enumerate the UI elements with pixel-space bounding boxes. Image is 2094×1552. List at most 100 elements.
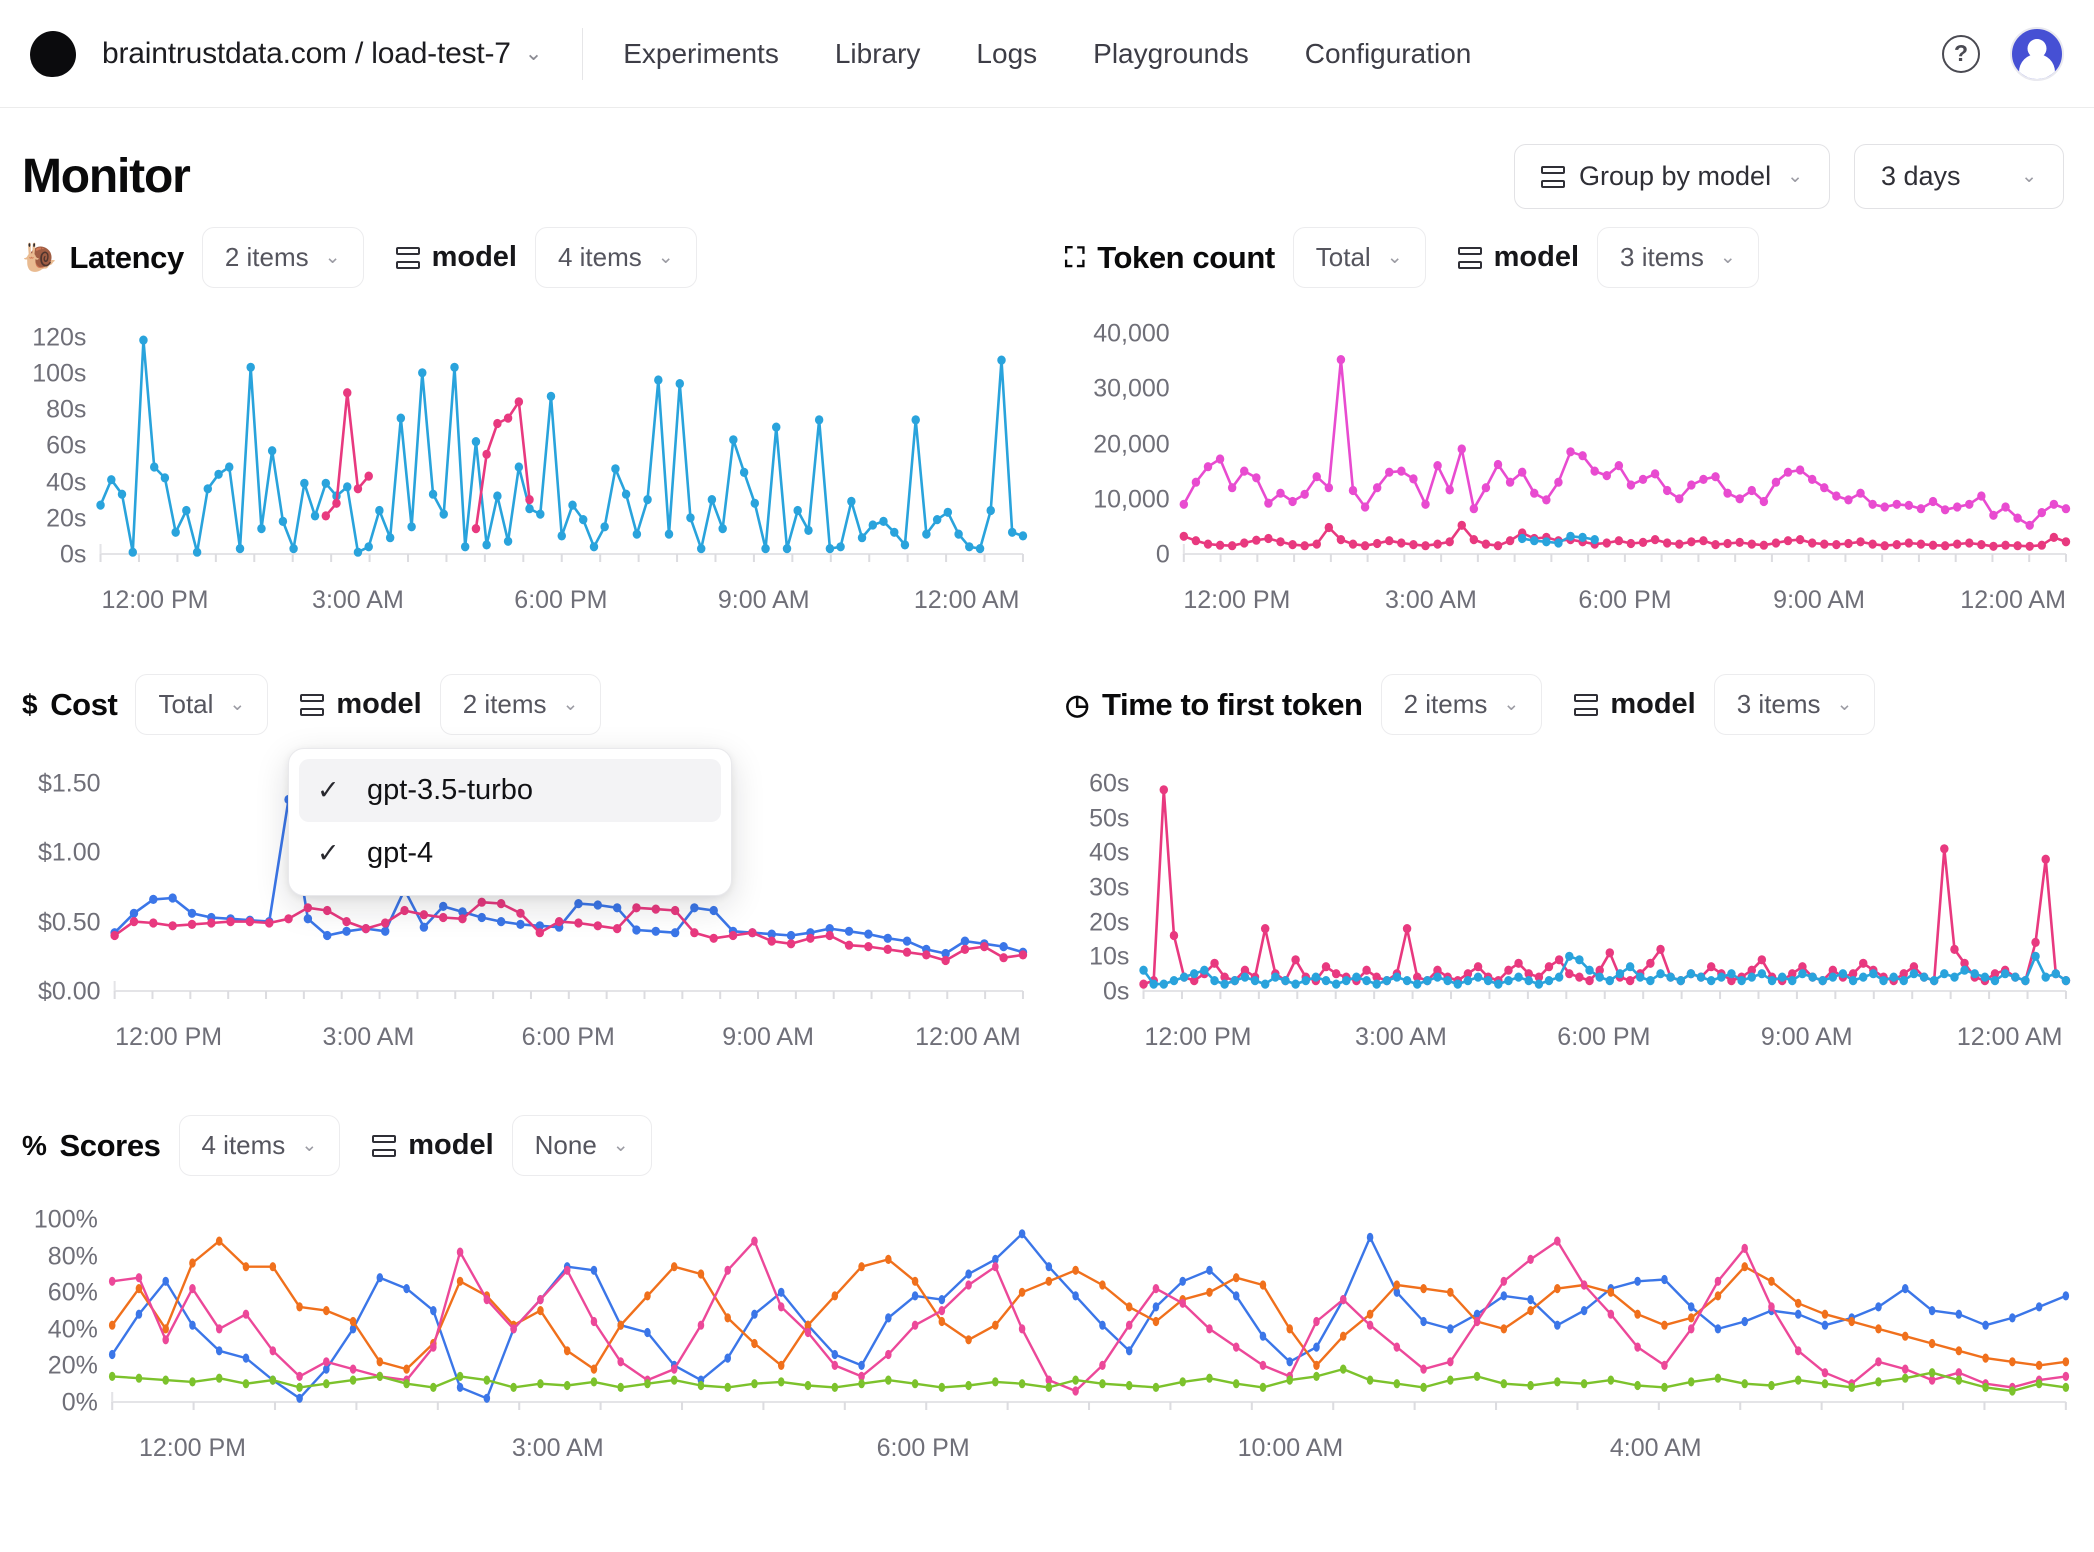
series-point: [1928, 540, 1938, 550]
series-point: [1402, 976, 1412, 986]
braintrust-logo-icon[interactable]: [30, 30, 76, 77]
series-point: [589, 542, 599, 552]
series-point: [430, 1342, 437, 1352]
series-point: [537, 1306, 544, 1316]
series-point: [1646, 976, 1655, 986]
series-point: [1286, 1357, 1294, 1367]
series-point: [483, 1393, 491, 1403]
menu-item-gpt-3-5-turbo[interactable]: ✓ gpt-3.5-turbo: [299, 759, 721, 822]
series-point: [1686, 969, 1696, 979]
series-point: [1259, 1280, 1267, 1290]
series-point: [430, 1382, 437, 1392]
series-point: [149, 462, 159, 472]
chart-latency[interactable]: 12:00 PM 3:00 AM 6:00 PM 9:00 AM 12:00 AM 0s…: [22, 310, 1029, 626]
series-point: [1313, 1342, 1320, 1352]
nav-item-library[interactable]: Library: [835, 38, 921, 70]
scores-group-select[interactable]: None ⌄: [511, 1115, 652, 1176]
time-range-label: 3 days: [1881, 161, 1961, 191]
series-point: [2061, 537, 2071, 547]
series-point: [1264, 533, 1273, 544]
rows-icon: [300, 693, 325, 716]
series-point: [1875, 1377, 1882, 1387]
series-point: [1807, 538, 1817, 548]
scores-metric-select[interactable]: 4 items ⌄: [178, 1115, 341, 1176]
series-point: [590, 1364, 598, 1374]
chart-scores[interactable]: 12:00 PM 3:00 AM 6:00 PM 10:00 AM 4:00 AM 0%…: [22, 1198, 2072, 1474]
panel-latency-title: 🐌 Latency: [22, 240, 184, 276]
avatar[interactable]: [2010, 26, 2064, 81]
series-point: [1336, 535, 1346, 545]
series-point: [1844, 495, 1853, 505]
dollar-icon: $: [22, 688, 38, 720]
cost-group-select[interactable]: 2 items ⌄: [439, 674, 602, 735]
x-axis-tick-label: 9:00 AM: [722, 1023, 814, 1051]
group-by-label: Group by model: [1578, 161, 1772, 191]
series-point: [1982, 1320, 1989, 1330]
series-point: [1977, 540, 1986, 550]
panel-ttft-header: ◷ Time to first token 2 items ⌄ model 3 …: [1065, 674, 2072, 735]
y-axis-tick-label: 40%: [47, 1315, 98, 1344]
series-point: [1585, 976, 1594, 986]
nav-item-experiments[interactable]: Experiments: [623, 38, 779, 70]
series-point: [1240, 538, 1249, 548]
time-range-select[interactable]: 3 days ⌄: [1854, 144, 2064, 209]
series-point: [965, 1380, 972, 1391]
series-point: [751, 1236, 758, 1246]
panel-title-text: Time to first token: [1102, 686, 1363, 722]
group-by-model-select[interactable]: Group by model ⌄: [1513, 144, 1830, 209]
series-point: [1554, 955, 1564, 965]
series-point: [1206, 1373, 1213, 1383]
series-point: [724, 1382, 731, 1392]
workspace-breadcrumb[interactable]: braintrustdata.com / load-test-7 ⌄: [102, 37, 542, 71]
cost-model-dropdown-menu[interactable]: ✓ gpt-3.5-turbo ✓ gpt-4: [288, 748, 732, 896]
y-axis-tick-label: 20s: [1089, 908, 1130, 937]
cost-metric-select[interactable]: Total ⌄: [135, 674, 269, 735]
series-point: [2009, 1386, 2016, 1396]
nav-item-playgrounds[interactable]: Playgrounds: [1093, 38, 1249, 70]
nav-item-logs[interactable]: Logs: [976, 38, 1037, 70]
series-point: [1072, 1375, 1079, 1385]
series-point: [1220, 979, 1229, 989]
series-point: [1952, 502, 1962, 512]
series-point: [868, 520, 878, 530]
series-point: [364, 471, 373, 481]
chart-ttft[interactable]: 12:00 PM 3:00 AM 6:00 PM 9:00 AM 12:00 AM 0s…: [1065, 757, 2072, 1063]
help-icon[interactable]: ?: [1942, 34, 1980, 73]
series-point: [911, 415, 920, 425]
series-point: [885, 1254, 892, 1264]
series-point: [1457, 444, 1466, 454]
series-point: [563, 1265, 571, 1275]
series-point: [296, 1371, 303, 1381]
series-point: [1575, 955, 1584, 965]
x-axis-tick-label: 10:00 AM: [1237, 1434, 1344, 1462]
rows-icon: [1574, 693, 1599, 716]
ttft-group-select[interactable]: 3 items ⌄: [1713, 674, 1876, 735]
series-point: [718, 524, 727, 534]
token-count-group-select[interactable]: 3 items ⌄: [1597, 227, 1759, 288]
latency-group-select[interactable]: 4 items ⌄: [534, 227, 697, 288]
nav-item-configuration[interactable]: Configuration: [1305, 38, 1472, 70]
series-point: [1099, 1280, 1106, 1290]
series-point: [2062, 1357, 2070, 1367]
y-axis-tick-label: 60s: [46, 431, 87, 460]
series-point: [1276, 537, 1285, 547]
series-point: [1505, 477, 1515, 487]
menu-item-label: gpt-3.5-turbo: [367, 774, 534, 806]
series-point: [1614, 461, 1624, 471]
series-point: [954, 529, 963, 539]
series-point: [1768, 1276, 1775, 1286]
latency-metric-select[interactable]: 2 items ⌄: [201, 227, 364, 288]
series-point: [2025, 541, 2034, 551]
token-count-x-axis-labels: 12:00 PM 3:00 AM 6:00 PM 9:00 AM 12:00 AM: [1065, 586, 2072, 626]
token-count-metric-select[interactable]: Total ⌄: [1292, 227, 1426, 288]
menu-item-gpt-4[interactable]: ✓ gpt-4: [299, 822, 721, 885]
series-point: [493, 491, 502, 501]
series-point: [1795, 535, 1805, 545]
y-axis-tick-label: 30,000: [1093, 374, 1170, 403]
series-point: [568, 500, 577, 510]
chart-token-count[interactable]: 12:00 PM 3:00 AM 6:00 PM 9:00 AM 12:00 AM 0 1…: [1065, 310, 2072, 626]
series-point: [1687, 480, 1696, 490]
ttft-metric-select[interactable]: 2 items ⌄: [1380, 674, 1543, 735]
series-point: [1747, 972, 1757, 982]
rows-icon: [1540, 165, 1565, 188]
